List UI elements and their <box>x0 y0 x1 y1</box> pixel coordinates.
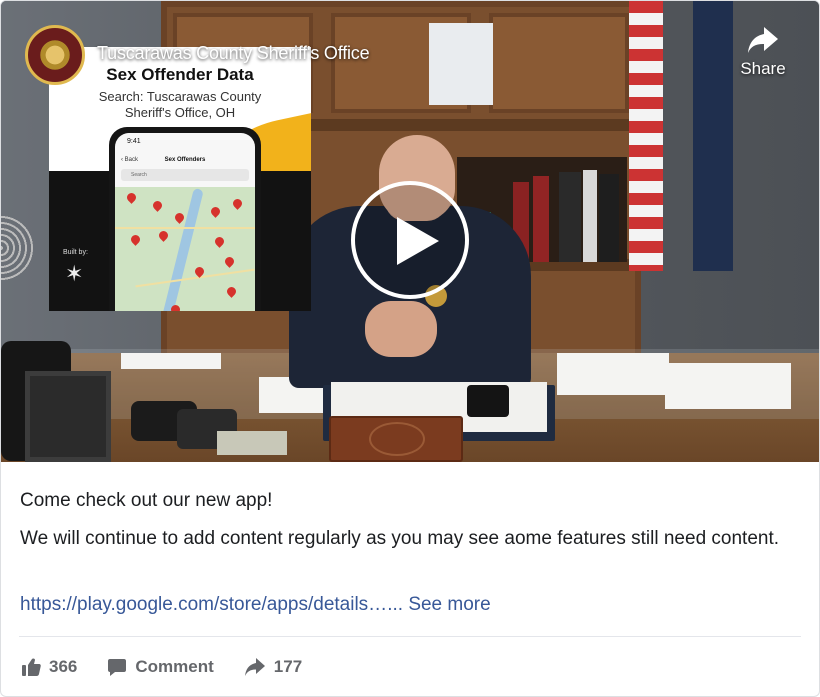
map-pin-icon <box>173 211 186 224</box>
wall-paper <box>429 23 493 105</box>
share-arrow-icon <box>748 27 778 53</box>
phone-back-label: ‹ Back <box>121 157 139 163</box>
promo-phone-screen: 9:41 Sex Offenders ‹ Back Search <box>115 133 255 311</box>
built-by-label: Built by: <box>63 249 88 256</box>
comment-bubble-icon <box>108 659 127 676</box>
sheriff-star-icon: ✶ <box>65 261 84 286</box>
note-pad <box>217 431 287 455</box>
share-arrow-icon <box>244 658 265 676</box>
promo-title: Sex Offender Data <box>106 65 254 84</box>
post-card: Sex Offender Data Search: Tuscarawas Cou… <box>0 0 820 697</box>
phone-back-text: Back <box>124 157 139 163</box>
state-flag <box>693 1 733 271</box>
cabinet-door <box>489 13 629 113</box>
map-road <box>115 227 255 229</box>
sheriff-badge-avatar[interactable] <box>25 25 85 85</box>
promo-subtitle-line2: Sheriff's Office, OH <box>124 105 236 120</box>
phone-search-bar: Search <box>121 169 249 181</box>
comment-button[interactable]: Comment <box>107 657 214 677</box>
comment-label: Comment <box>135 657 214 676</box>
map-pin-icon <box>125 191 138 204</box>
book <box>533 176 549 262</box>
play-icon <box>397 217 439 265</box>
seal-emboss <box>369 422 425 456</box>
map-pin-icon <box>223 255 236 268</box>
post-text-line1: Come check out our new app! <box>20 490 273 511</box>
app-store-link[interactable]: https://play.google.com/store/apps/detai… <box>20 594 387 615</box>
post-text-line2: We will continue to add content regularl… <box>20 528 780 549</box>
leather-folder <box>329 416 463 462</box>
map-pin-icon <box>225 285 238 298</box>
desk-document <box>121 353 221 369</box>
share-button[interactable]: 177 <box>244 657 302 677</box>
phone-map <box>115 187 255 311</box>
video-share-label: Share <box>740 59 786 78</box>
binder <box>583 170 597 262</box>
binder <box>559 172 581 262</box>
phone-time: 9:41 <box>127 138 141 145</box>
picture-frame <box>25 371 111 462</box>
channel-name[interactable]: Tuscarawas County Sheriff's Office <box>97 43 370 64</box>
thumbs-up-icon <box>22 658 41 676</box>
us-flag <box>629 1 663 271</box>
divider <box>19 636 801 637</box>
link-ellipsis: ... <box>387 594 404 615</box>
share-count: 177 <box>273 657 303 676</box>
app-promo-panel: Sex Offender Data Search: Tuscarawas Cou… <box>49 47 311 311</box>
see-more-link[interactable]: See more <box>408 594 490 615</box>
video-share-button[interactable]: Share <box>733 25 793 79</box>
promo-subtitle-line1: Search: Tuscarawas County <box>98 89 262 104</box>
map-pin-icon <box>157 229 170 242</box>
map-river <box>160 187 204 311</box>
promo-subtitle: Search: Tuscarawas County Sheriff's Offi… <box>49 89 311 121</box>
desk-document <box>665 363 791 409</box>
map-pin-icon <box>151 199 164 212</box>
map-pin-icon <box>129 233 142 246</box>
person-hands <box>365 301 437 357</box>
post-link-row: https://play.google.com/store/apps/detai… <box>20 591 491 619</box>
like-count: 366 <box>49 657 78 676</box>
map-pin-icon <box>213 235 226 248</box>
binder <box>599 174 619 262</box>
video-player[interactable]: Sex Offender Data Search: Tuscarawas Cou… <box>1 1 819 462</box>
map-pin-icon <box>231 197 244 210</box>
play-button[interactable] <box>351 181 469 299</box>
action-bar: 366 Comment 177 <box>21 649 332 685</box>
desk-document <box>557 353 669 395</box>
map-pin-icon <box>209 205 222 218</box>
mobile-phone <box>467 385 509 417</box>
like-button[interactable]: 366 <box>21 657 77 677</box>
